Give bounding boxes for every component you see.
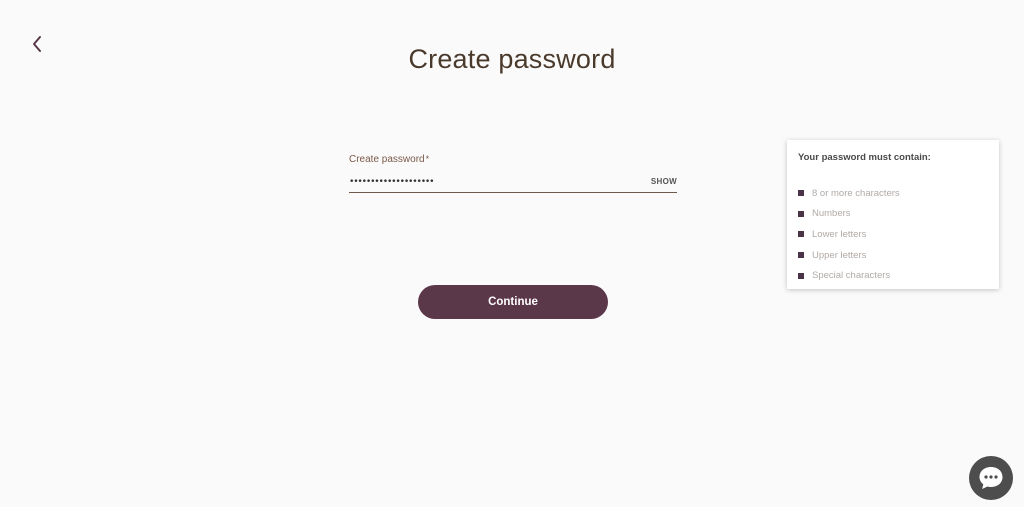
page-title: Create password — [408, 44, 616, 74]
requirement-text: Upper letters — [812, 249, 867, 261]
create-password-page: Create password Create password * SHOW C… — [0, 0, 1024, 507]
continue-button[interactable]: Continue — [418, 285, 608, 319]
requirements-list: 8 or more characters Numbers Lower lette… — [798, 183, 988, 286]
password-field-label: Create password * — [349, 154, 677, 165]
password-input-row: SHOW — [349, 171, 677, 193]
password-input[interactable] — [349, 172, 609, 191]
requirement-item: Upper letters — [798, 245, 988, 266]
requirement-item: Lower letters — [798, 224, 988, 245]
bullet-square-icon — [798, 272, 804, 279]
bullet-square-icon — [798, 252, 804, 259]
required-marker: * — [425, 154, 430, 164]
password-label-text: Create password — [349, 154, 425, 165]
requirements-title: Your password must contain: — [798, 152, 931, 163]
requirement-item: 8 or more characters — [798, 183, 988, 204]
password-requirements-card: Your password must contain: 8 or more ch… — [787, 140, 999, 289]
chat-button[interactable] — [969, 456, 1013, 500]
requirement-text: Special characters — [812, 270, 891, 282]
show-password-button[interactable]: SHOW — [651, 177, 677, 186]
requirement-item: Special characters — [798, 265, 988, 286]
requirement-text: Numbers — [812, 208, 851, 220]
requirement-text: 8 or more characters — [812, 187, 900, 199]
chat-bubble-icon — [979, 467, 1003, 489]
bullet-square-icon — [798, 190, 804, 197]
bullet-square-icon — [798, 210, 804, 217]
bullet-square-icon — [798, 231, 804, 238]
requirement-item: Numbers — [798, 204, 988, 225]
password-field: Create password * SHOW — [349, 154, 677, 193]
requirement-text: Lower letters — [812, 228, 867, 240]
